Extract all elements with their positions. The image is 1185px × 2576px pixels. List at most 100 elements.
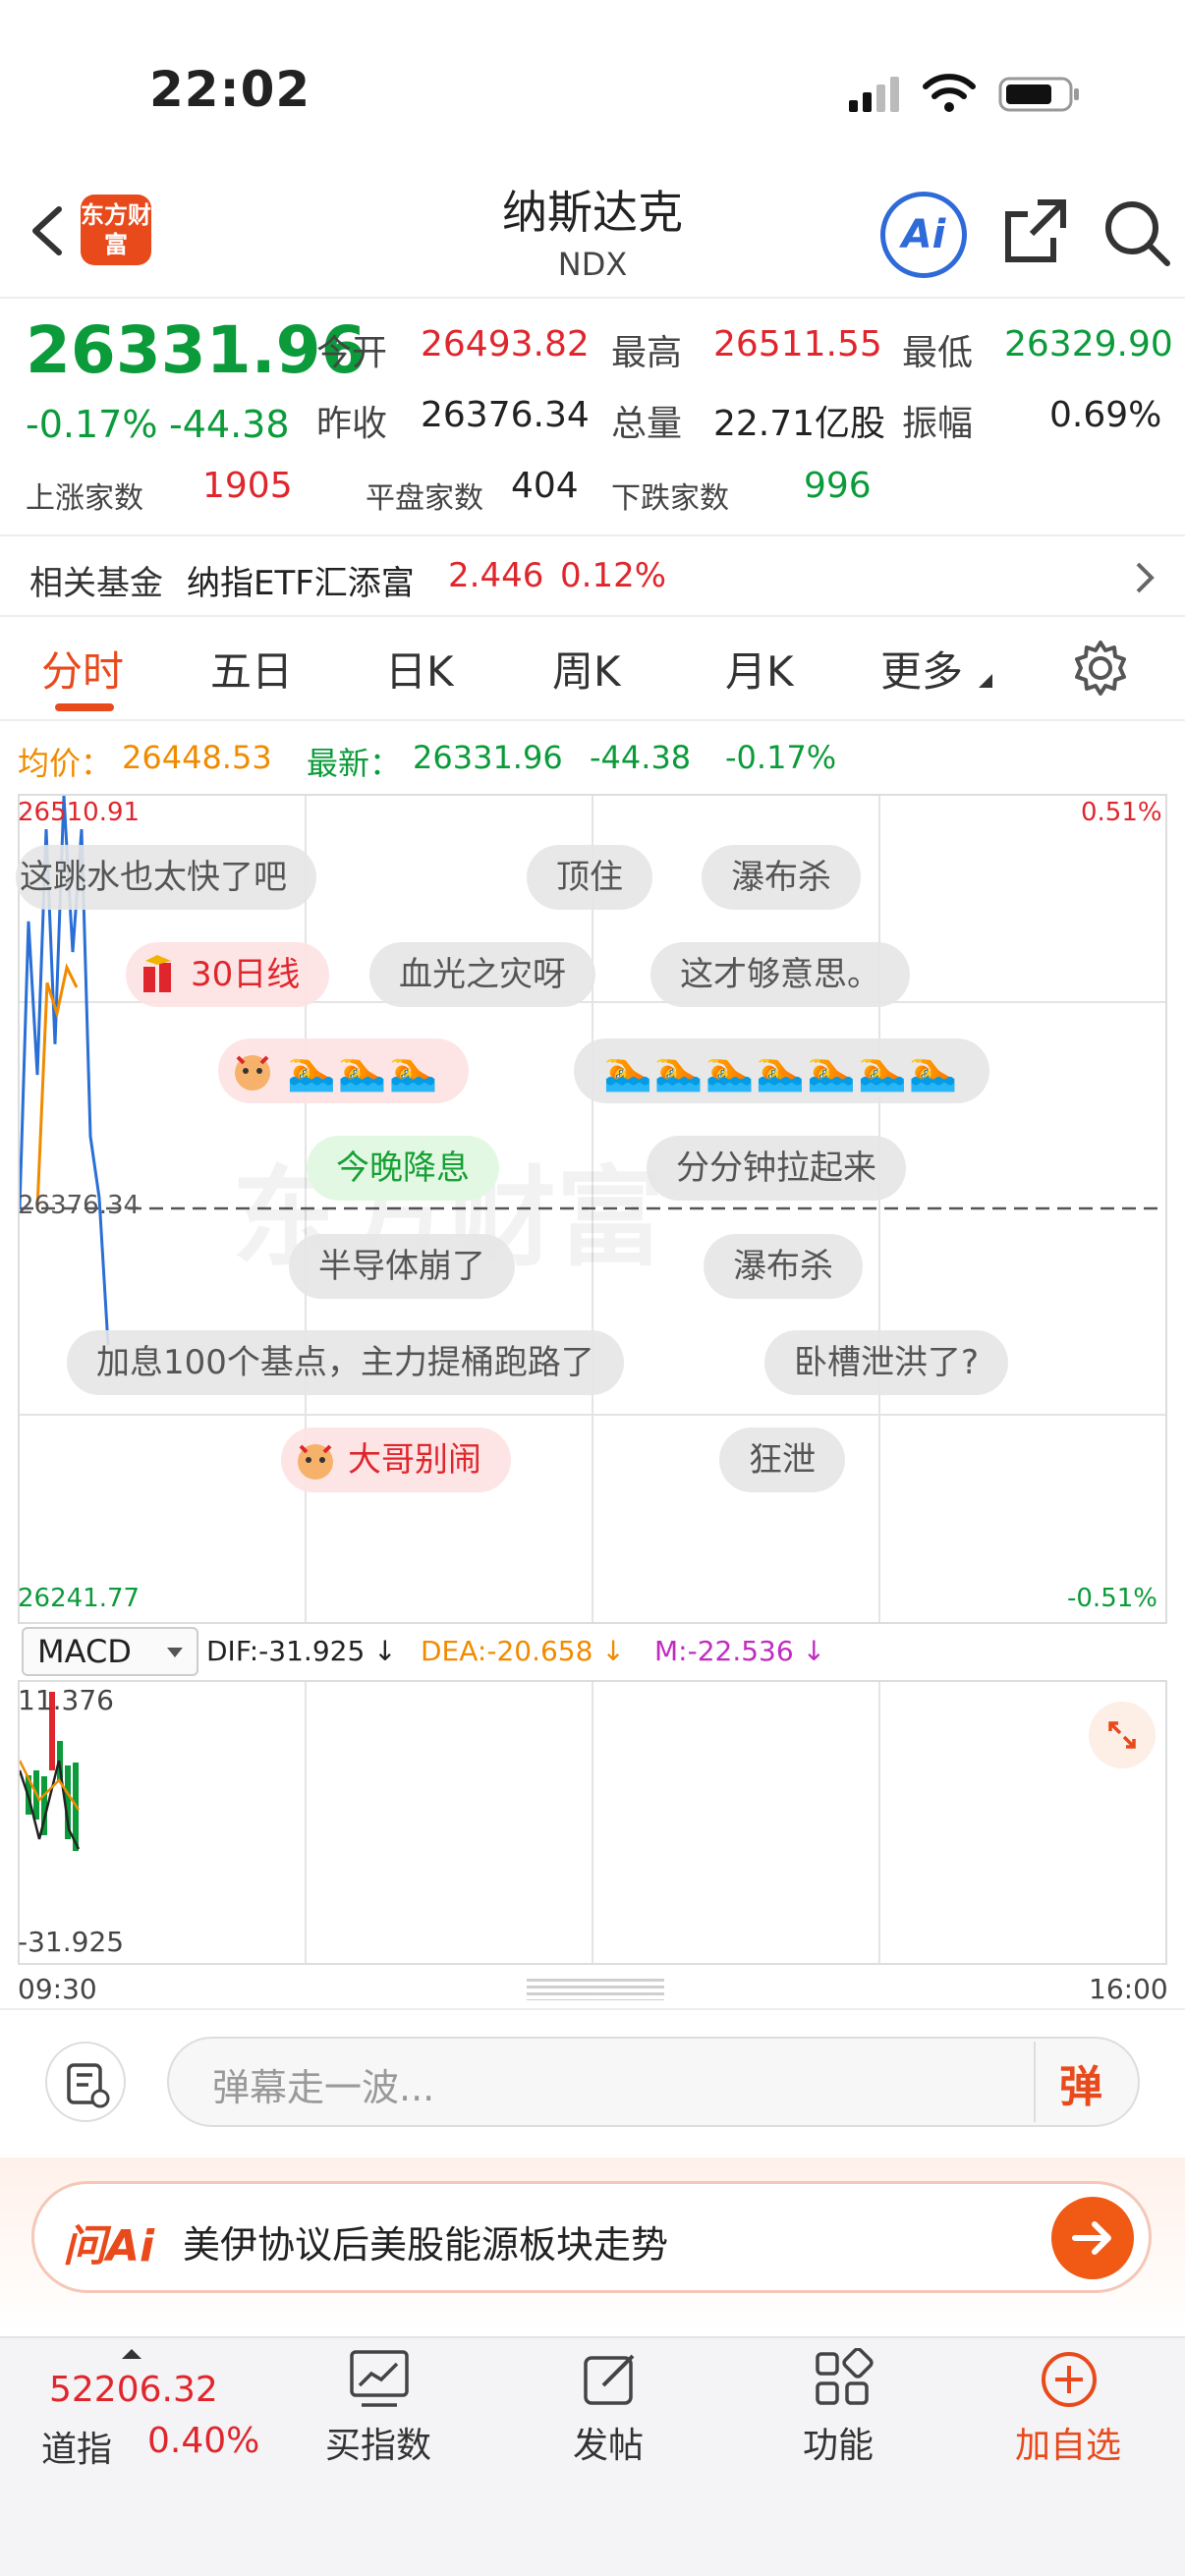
dow-pct[interactable]: 0.40% xyxy=(147,2421,259,2461)
caret-down-icon xyxy=(977,672,992,688)
tabs-divider xyxy=(0,719,1185,721)
macd-m: M:-22.536 ↓ xyxy=(654,1635,826,1667)
share-icon[interactable] xyxy=(998,195,1073,269)
function-grid-icon[interactable] xyxy=(812,2347,875,2409)
y-bottom-label: 26241.77 xyxy=(18,1584,141,1613)
amplitude-label: 振幅 xyxy=(902,404,974,444)
down-value: 996 xyxy=(804,466,872,506)
latest-value: 26331.96 xyxy=(413,739,563,776)
y-mid-label: 26376.34 xyxy=(18,1191,141,1220)
up-value: 1905 xyxy=(202,466,293,506)
y-top-label: 26510.91 xyxy=(18,798,141,827)
macd-dif: DIF:-31.925 ↓ xyxy=(206,1635,397,1667)
cow-mascot-icon xyxy=(291,1434,340,1484)
tab-intraday[interactable]: 分时 xyxy=(41,639,124,699)
prev-close-label: 昨收 xyxy=(316,404,388,444)
danmaku-input-placeholder: 弹幕走一波... xyxy=(212,2066,435,2109)
low-label: 最低 xyxy=(902,333,974,373)
settings-gear-icon[interactable] xyxy=(1071,639,1130,698)
macd-y-top: 11.376 xyxy=(18,1684,114,1716)
nav-add-watchlist[interactable]: 加自选 xyxy=(985,2417,1152,2468)
ai-button[interactable]: Ai xyxy=(880,192,967,278)
arrow-right-icon[interactable] xyxy=(1051,2197,1134,2279)
down-label: 下跌家数 xyxy=(611,481,729,516)
battery-icon xyxy=(998,75,1081,114)
buy-index-icon[interactable] xyxy=(348,2348,411,2409)
caret-up-icon xyxy=(122,2344,141,2359)
nav-buy-index[interactable]: 买指数 xyxy=(295,2417,462,2468)
expand-icon[interactable] xyxy=(1089,1702,1156,1768)
input-divider xyxy=(1034,2042,1036,2122)
time-end: 16:00 xyxy=(1089,1973,1168,2005)
danmaku-comment: 狂泄 xyxy=(719,1428,845,1492)
section-divider xyxy=(0,2008,1185,2010)
danmaku-comment: 瀑布杀 xyxy=(702,845,861,910)
danmaku-list-icon[interactable] xyxy=(45,2042,126,2122)
post-edit-icon[interactable] xyxy=(580,2348,643,2409)
change-pct: -0.17% xyxy=(26,403,158,446)
tab-monthly-k[interactable]: 月K xyxy=(725,639,794,699)
flat-value: 404 xyxy=(511,466,579,506)
firecracker-icon xyxy=(138,953,181,996)
low-value: 26329.90 xyxy=(1004,324,1173,364)
danmaku-comment: 这才够意思。 xyxy=(650,942,910,1007)
header-divider xyxy=(0,297,1185,299)
macd-dea: DEA:-20.658 ↓ xyxy=(421,1635,625,1667)
chevron-right-icon xyxy=(1130,558,1159,597)
fund-pct: 0.12% xyxy=(560,556,667,595)
caret-down-icon xyxy=(167,1645,183,1658)
macd-chart[interactable] xyxy=(18,1680,1167,1965)
cow-mascot-icon xyxy=(228,1045,277,1094)
drag-handle[interactable] xyxy=(527,1979,664,2000)
ai-brand: 问Ai xyxy=(63,2221,155,2271)
danmaku-comment: 🏊🏊🏊🏊🏊🏊🏊 xyxy=(574,1038,989,1103)
flat-label: 平盘家数 xyxy=(366,481,483,516)
high-label: 最高 xyxy=(611,333,683,373)
dow-name[interactable]: 道指 xyxy=(41,2421,112,2472)
pct-bottom-label: -0.51% xyxy=(1067,1584,1157,1613)
volume-label: 总量 xyxy=(611,404,683,444)
danmaku-comment: 加息100个基点，主力提桶跑路了 xyxy=(67,1330,624,1395)
open-value: 26493.82 xyxy=(421,324,590,364)
wifi-icon xyxy=(922,71,977,114)
up-label: 上涨家数 xyxy=(26,481,143,516)
search-icon[interactable] xyxy=(1099,195,1173,269)
tab-more[interactable]: 更多 xyxy=(880,639,963,699)
nav-functions[interactable]: 功能 xyxy=(755,2417,922,2468)
prev-close-value: 26376.34 xyxy=(421,395,590,435)
change-abs: -44.38 xyxy=(169,403,290,446)
high-value: 26511.55 xyxy=(713,324,882,364)
danmaku-comment: 顶住 xyxy=(527,845,652,910)
danmaku-send-button[interactable]: 弹 xyxy=(1059,2051,1102,2114)
macd-y-bottom: -31.925 xyxy=(18,1926,125,1958)
status-time: 22:02 xyxy=(149,61,311,118)
danmaku-comment: 半导体崩了 xyxy=(289,1234,515,1299)
danmaku-comment: 瀑布杀 xyxy=(704,1234,863,1299)
avg-value: 26448.53 xyxy=(122,739,272,776)
latest-label: 最新： xyxy=(307,745,402,782)
fund-name: 纳指ETF汇添富 xyxy=(187,564,415,603)
volume-value: 22.71亿股 xyxy=(713,404,886,444)
add-watchlist-icon[interactable] xyxy=(1038,2348,1100,2411)
current-price: 26331.96 xyxy=(26,312,367,388)
amplitude-value: 0.69% xyxy=(1049,395,1162,435)
danmaku-comment: 卧槽泄洪了? xyxy=(764,1330,1009,1395)
tab-active-indicator xyxy=(55,703,114,711)
open-label: 今开 xyxy=(316,333,388,373)
tab-daily-k[interactable]: 日K xyxy=(385,639,454,699)
latest-change: -44.38 xyxy=(590,739,692,776)
avg-label: 均价： xyxy=(18,745,113,782)
danmaku-comment: 今晚降息 xyxy=(307,1136,499,1201)
latest-pct: -0.17% xyxy=(725,739,837,776)
fund-price: 2.446 xyxy=(448,556,544,595)
signal-icon xyxy=(845,75,904,114)
time-start: 09:30 xyxy=(18,1973,97,2005)
ai-promo-text: 美伊协议后美股能源板块走势 xyxy=(183,2223,669,2267)
dow-value[interactable]: 52206.32 xyxy=(49,2370,218,2410)
tab-5day[interactable]: 五日 xyxy=(210,639,293,699)
nav-post[interactable]: 发帖 xyxy=(525,2417,692,2468)
fund-label: 相关基金 xyxy=(29,564,163,603)
danmaku-comment: 分分钟拉起来 xyxy=(647,1136,906,1201)
indicator-select-value: MACD xyxy=(37,1633,132,1670)
tab-weekly-k[interactable]: 周K xyxy=(552,639,621,699)
